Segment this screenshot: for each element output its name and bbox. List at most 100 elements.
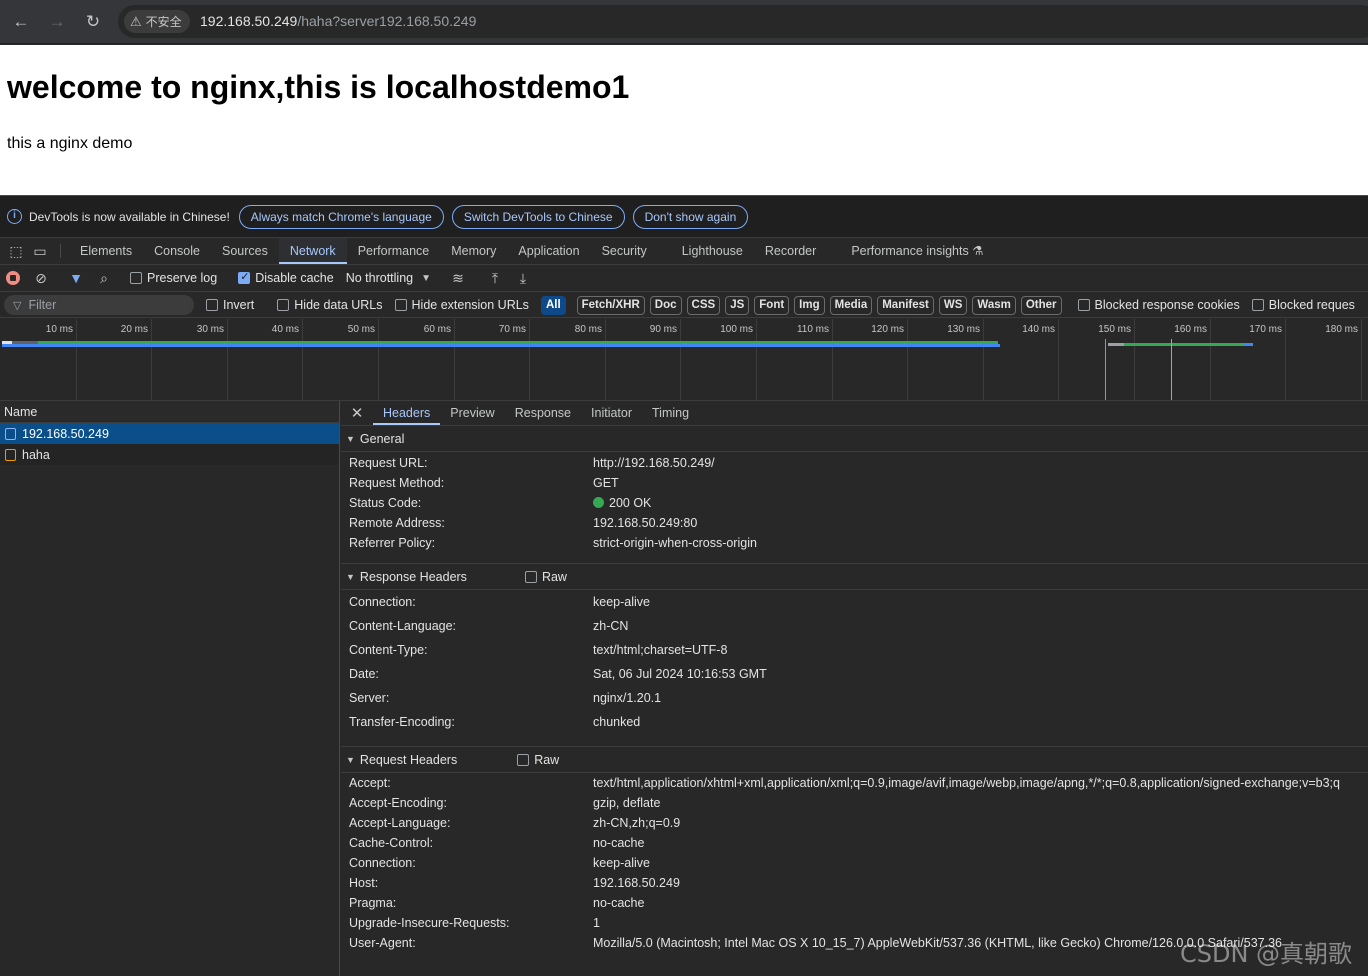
- tab-sources[interactable]: Sources: [211, 238, 279, 264]
- switch-language-button[interactable]: Switch DevTools to Chinese: [451, 204, 625, 229]
- raw-checkbox[interactable]: [517, 753, 530, 766]
- timeline-gridline: [76, 319, 77, 400]
- tab-application[interactable]: Application: [507, 238, 590, 264]
- tab-initiator[interactable]: Initiator: [581, 401, 642, 425]
- blocked-cookies-checkbox[interactable]: [1077, 299, 1090, 311]
- blocked-cookies-toggle[interactable]: Blocked response cookies: [1077, 298, 1252, 312]
- filter-funnel-icon[interactable]: ▼: [65, 270, 87, 286]
- network-conditions-icon[interactable]: ≋: [447, 270, 469, 287]
- hide-extension-urls-checkbox[interactable]: [394, 299, 407, 311]
- tab-headers[interactable]: Headers: [373, 401, 441, 425]
- request-row[interactable]: haha: [0, 444, 339, 465]
- tab-response[interactable]: Response: [505, 401, 581, 425]
- back-arrow-icon[interactable]: ←: [10, 11, 32, 33]
- raw-toggle[interactable]: Raw: [517, 753, 559, 767]
- disable-cache-checkbox[interactable]: [238, 270, 251, 284]
- filter-chip-ws[interactable]: WS: [938, 295, 968, 315]
- tab-recorder[interactable]: Recorder: [754, 238, 840, 264]
- match-language-button[interactable]: Always match Chrome's language: [238, 204, 444, 229]
- filter-chip-wasm[interactable]: Wasm: [972, 295, 1016, 315]
- name-column-header[interactable]: Name: [0, 401, 339, 423]
- tab-memory[interactable]: Memory: [440, 238, 507, 264]
- tab-elements[interactable]: Elements: [69, 238, 143, 264]
- blocked-requests-checkbox[interactable]: [1251, 299, 1264, 311]
- timeline-overview[interactable]: 10 ms 20 ms 30 ms 40 ms 50 ms 60 ms 70 ms 80 ms…: [0, 319, 1368, 401]
- timeline-gridline: [302, 319, 303, 400]
- tab-preview[interactable]: Preview: [440, 401, 504, 425]
- filter-chip-all[interactable]: All: [540, 295, 566, 315]
- header-value: 1: [593, 916, 600, 930]
- filter-chip-css[interactable]: CSS: [686, 295, 721, 315]
- tab-performance[interactable]: Performance: [347, 238, 441, 264]
- infobar-message: DevTools is now available in Chinese!: [29, 209, 230, 224]
- header-row: Pragma: no-cache: [341, 893, 1368, 913]
- header-value: gzip, deflate: [593, 796, 661, 810]
- page-text: this a nginx demo: [7, 135, 133, 152]
- header-value: 192.168.50.249:80: [593, 516, 698, 530]
- preserve-log-checkbox[interactable]: [130, 272, 142, 284]
- close-icon[interactable]: ✕: [341, 401, 373, 425]
- blocked-requests-toggle[interactable]: Blocked reques: [1251, 298, 1367, 312]
- filter-chip-img[interactable]: Img: [794, 295, 825, 315]
- url-text[interactable]: 192.168.50.249/haha?server192.168.50.249: [200, 13, 476, 29]
- reload-icon[interactable]: ↻: [82, 11, 104, 33]
- header-key: Server:: [349, 691, 390, 705]
- hide-data-urls-label: Hide data URLs: [294, 298, 383, 312]
- warning-icon: ⚠: [130, 13, 142, 29]
- hide-data-urls-checkbox[interactable]: [277, 299, 290, 311]
- header-key: Referrer Policy:: [349, 536, 436, 550]
- device-toolbar-icon[interactable]: ▭: [28, 238, 52, 264]
- export-har-icon[interactable]: ⤓: [512, 270, 534, 287]
- tab-timing[interactable]: Timing: [642, 401, 699, 425]
- general-section: ▼ General Request URL: http://192.168.50.2…: [341, 426, 1368, 564]
- request-headers-header[interactable]: ▼ Request Headers Raw: [341, 747, 1368, 773]
- raw-toggle[interactable]: Raw: [524, 570, 567, 584]
- filter-chip-fetch-xhr[interactable]: Fetch/XHR: [576, 295, 645, 315]
- security-chip[interactable]: ⚠ 不安全: [124, 10, 190, 33]
- dont-show-again-button[interactable]: Don't show again: [632, 204, 749, 229]
- header-value: Mozilla/5.0 (Macintosh; Intel Mac OS X 1…: [593, 936, 1283, 950]
- filter-input[interactable]: ▽ Filter: [4, 295, 194, 315]
- filter-chip-other[interactable]: Other: [1020, 295, 1062, 315]
- general-section-header[interactable]: ▼ General: [341, 426, 1368, 452]
- request-name: 192.168.50.249: [22, 426, 109, 441]
- page-viewport: welcome to nginx,this is localhostdemo1 …: [0, 45, 1368, 195]
- inspect-element-icon[interactable]: ⬚: [4, 238, 28, 264]
- forward-arrow-icon[interactable]: →: [46, 11, 68, 33]
- timeline-tick-label: 160 ms: [1174, 324, 1207, 335]
- tab-security[interactable]: Security: [591, 238, 671, 264]
- filter-chip-manifest[interactable]: Manifest: [877, 295, 934, 315]
- tab-network[interactable]: Network: [278, 238, 347, 264]
- invert-checkbox[interactable]: [206, 299, 218, 311]
- triangle-down-icon: ▼: [346, 433, 355, 444]
- filter-chip-media[interactable]: Media: [829, 295, 873, 315]
- hide-data-urls-toggle[interactable]: Hide data URLs: [277, 298, 394, 312]
- search-icon[interactable]: ⌕: [93, 270, 115, 287]
- header-row: Content-Language: zh-CN: [341, 614, 1368, 638]
- header-key: Connection:: [349, 595, 416, 609]
- raw-checkbox[interactable]: [524, 570, 537, 583]
- request-row[interactable]: 192.168.50.249: [0, 423, 339, 444]
- header-value: http://192.168.50.249/: [593, 456, 715, 470]
- details-tabs: ✕ Headers Preview Response Initiator Tim…: [341, 401, 1368, 426]
- timeline-gridline: [1210, 319, 1211, 400]
- filter-chip-font[interactable]: Font: [754, 295, 790, 315]
- header-key: User-Agent:: [349, 936, 416, 950]
- tab-console[interactable]: Console: [143, 238, 211, 264]
- filter-chip-doc[interactable]: Doc: [649, 295, 682, 315]
- filter-chip-js[interactable]: JS: [725, 295, 750, 315]
- divider: [60, 244, 61, 258]
- record-stop-icon[interactable]: [6, 271, 20, 285]
- clear-icon[interactable]: ⊘: [30, 270, 52, 287]
- import-har-icon[interactable]: ⤒: [484, 270, 506, 287]
- tab-performance-insights[interactable]: Performance insights ⚗: [840, 238, 994, 264]
- invert-toggle[interactable]: Invert: [206, 298, 266, 312]
- response-headers-header[interactable]: ▼ Response Headers Raw: [341, 564, 1368, 590]
- tab-lighthouse[interactable]: Lighthouse: [671, 238, 754, 264]
- chevron-down-icon[interactable]: ▼: [421, 273, 431, 284]
- address-bar[interactable]: ⚠ 不安全 192.168.50.249/haha?server192.168.…: [118, 5, 1368, 38]
- throttling-select[interactable]: No throttling: [346, 271, 413, 285]
- hide-extension-urls-toggle[interactable]: Hide extension URLs: [394, 298, 541, 312]
- timeline-tick-label: 90 ms: [649, 324, 677, 335]
- hide-extension-urls-label: Hide extension URLs: [411, 298, 529, 312]
